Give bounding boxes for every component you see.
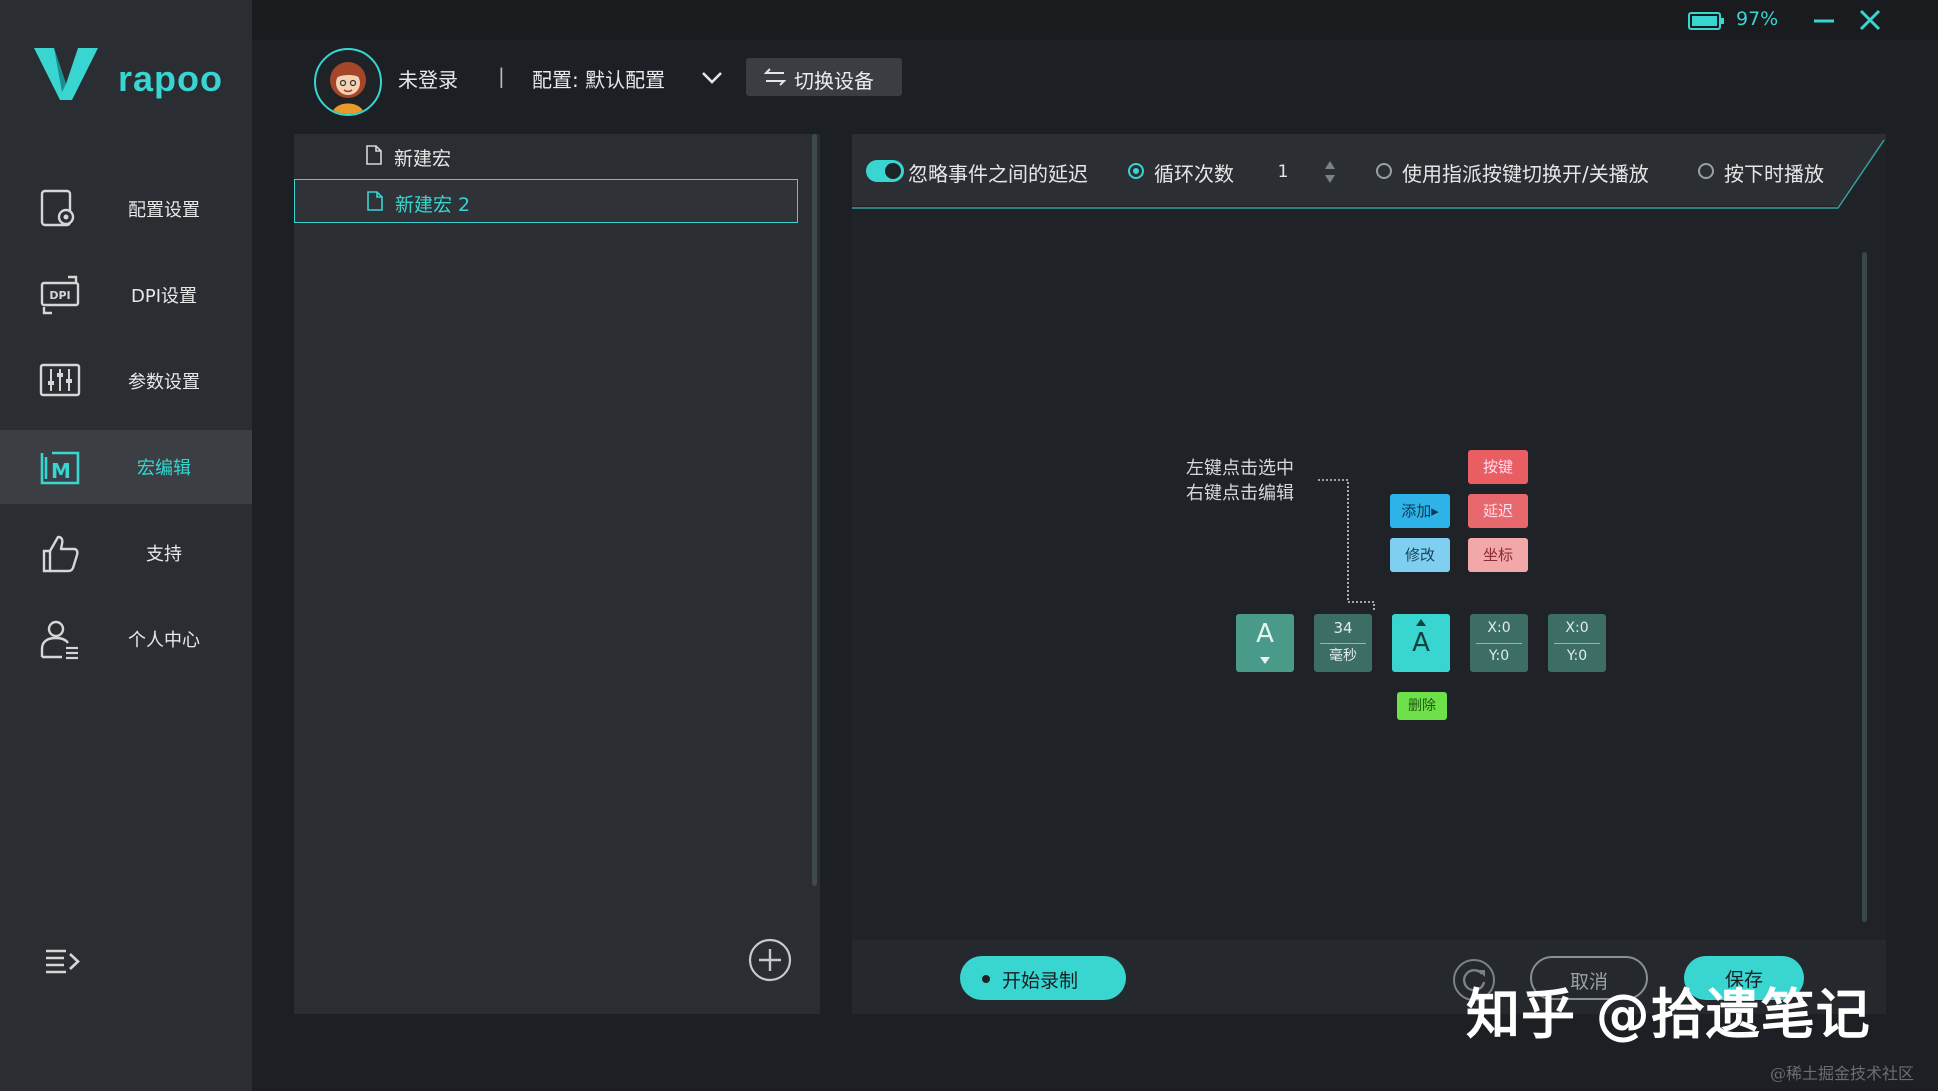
header: 未登录 | 配置: 默认配置 切换设备 [252,40,1938,120]
key-up-arrow-icon [1416,619,1426,626]
legend-coord-chip: 坐标 [1468,538,1528,572]
sidebar-item-label: DPI设置 [130,286,198,307]
config-selector[interactable]: 配置: 默认配置 [532,64,665,93]
tile-divider [1554,643,1600,644]
switch-device-button[interactable]: 切换设备 [746,58,902,96]
record-dot-icon [982,975,990,983]
delay-value: 34 [1333,619,1353,637]
macro-event-canvas[interactable]: 左键点击选中 右键点击编辑 添加▸ 修改 按键 延迟 坐标 A 34 毫秒 A … [852,210,1886,924]
ignore-delay-label: 忽略事件之间的延迟 [908,162,1088,186]
key-down-arrow-icon [1260,657,1270,664]
user-status[interactable]: 未登录 [398,64,458,93]
event-coord[interactable]: X:0 Y:0 [1470,614,1528,672]
svg-text:DPI: DPI [49,289,70,302]
brand-wordmark: rapoo [118,58,224,99]
rapoo-v-icon [34,48,98,100]
loop-count-radio[interactable] [1128,163,1144,179]
event-key-down[interactable]: A [1236,614,1294,672]
delay-unit: 毫秒 [1329,648,1357,664]
close-icon[interactable] [1856,6,1884,34]
macro-list-panel: 新建宏 新建宏 2 [294,134,820,1014]
hold-play-radio[interactable] [1698,163,1714,179]
hint-left-click: 左键点击选中 [1186,458,1294,479]
ignore-delay-toggle[interactable] [866,160,904,182]
sidebar-item-label: 配置设置 [128,200,200,221]
coord-x: X:0 [1565,620,1589,636]
macro-name: 新建宏 [394,148,452,170]
tile-divider [1320,643,1366,644]
start-record-label: 开始录制 [1002,970,1079,992]
legend-modify-chip: 修改 [1390,538,1450,572]
event-delay[interactable]: 34 毫秒 [1314,614,1372,672]
dpi-icon: DPI [40,275,80,315]
header-separator: | [498,64,505,88]
battery-percent: 97% [1736,8,1779,30]
legend-delay-chip: 延迟 [1468,494,1528,528]
sidebar-item-label: 宏编辑 [137,458,191,479]
coord-y: Y:0 [1488,648,1510,664]
loop-count-stepper-icon[interactable] [1324,158,1336,186]
watermark: 知乎 @拾遗笔记 [1466,983,1871,1046]
legend-key-chip: 按键 [1468,450,1528,484]
coord-y: Y:0 [1566,648,1588,664]
sidebar-item-params[interactable]: 参数设置 [0,344,252,418]
sidebar-item-config[interactable]: 配置设置 [0,172,252,246]
legend-add-chip: 添加▸ [1390,494,1450,528]
tile-divider [1476,643,1522,644]
user-icon [40,620,78,660]
config-icon [40,189,75,227]
document-icon [367,191,383,211]
legend-hint: 左键点击选中 右键点击编辑 [1186,456,1294,506]
event-key-label: A [1256,619,1274,649]
macro-editor-panel: 忽略事件之间的延迟 循环次数 使用指派按键切换开/关播放 按下时播放 左键点击选… [852,134,1886,1014]
battery-icon [1688,12,1724,30]
loop-count-input[interactable] [1254,158,1312,186]
sidebar-item-label: 个人中心 [128,630,200,651]
chevron-down-icon[interactable] [700,68,724,88]
editor-scrollbar[interactable] [1862,252,1867,922]
svg-text:M: M [51,459,71,483]
loop-count-label: 循环次数 [1154,162,1234,186]
delete-event-button[interactable]: 删除 [1397,692,1447,720]
macro-icon: M [40,451,80,485]
minimize-icon[interactable] [1810,6,1838,34]
legend-connector [1318,479,1375,612]
sidebar-item-dpi[interactable]: DPI DPI设置 [0,258,252,332]
start-record-button[interactable]: 开始录制 [960,956,1126,1000]
sliders-icon [39,363,81,397]
document-icon [366,145,382,165]
macro-list-item[interactable]: 新建宏 [294,134,798,178]
app-window: rapoo 配置设置 DPI DPI设置 参数设置 M 宏编辑 支持 个人中心 … [0,0,1938,1091]
hold-play-label: 按下时播放 [1724,162,1824,186]
macro-list-item-selected[interactable]: 新建宏 2 [294,179,798,223]
event-coord[interactable]: X:0 Y:0 [1548,614,1606,672]
switch-device-label: 切换设备 [794,69,874,93]
sidebar: rapoo 配置设置 DPI DPI设置 参数设置 M 宏编辑 支持 个人中心 [0,0,252,1091]
avatar-icon [330,62,366,114]
macro-list-scrollbar[interactable] [812,134,817,886]
add-macro-icon[interactable] [748,938,792,982]
menu-collapse-icon[interactable] [42,942,82,982]
thumbs-up-icon [42,535,79,573]
sidebar-item-label: 参数设置 [128,372,200,393]
macro-name: 新建宏 2 [395,194,471,216]
event-key-up-selected[interactable]: A [1392,614,1450,672]
coord-x: X:0 [1487,620,1511,636]
toggle-play-radio[interactable] [1376,163,1392,179]
logo: rapoo [32,44,232,104]
title-bar [252,0,1938,40]
sidebar-item-profile[interactable]: 个人中心 [0,602,252,676]
sidebar-item-support[interactable]: 支持 [0,516,252,590]
sidebar-item-label: 支持 [146,544,182,565]
hint-right-click: 右键点击编辑 [1186,483,1294,504]
toggle-knob [885,163,901,179]
credit-watermark: @稀土掘金技术社区 [1770,1064,1915,1083]
avatar[interactable] [314,48,382,116]
swap-icon [764,68,786,86]
macro-options-bar: 忽略事件之间的延迟 循环次数 使用指派按键切换开/关播放 按下时播放 [852,134,1886,210]
toggle-play-label: 使用指派按键切换开/关播放 [1402,162,1649,186]
sidebar-item-macro[interactable]: M 宏编辑 [0,430,252,504]
